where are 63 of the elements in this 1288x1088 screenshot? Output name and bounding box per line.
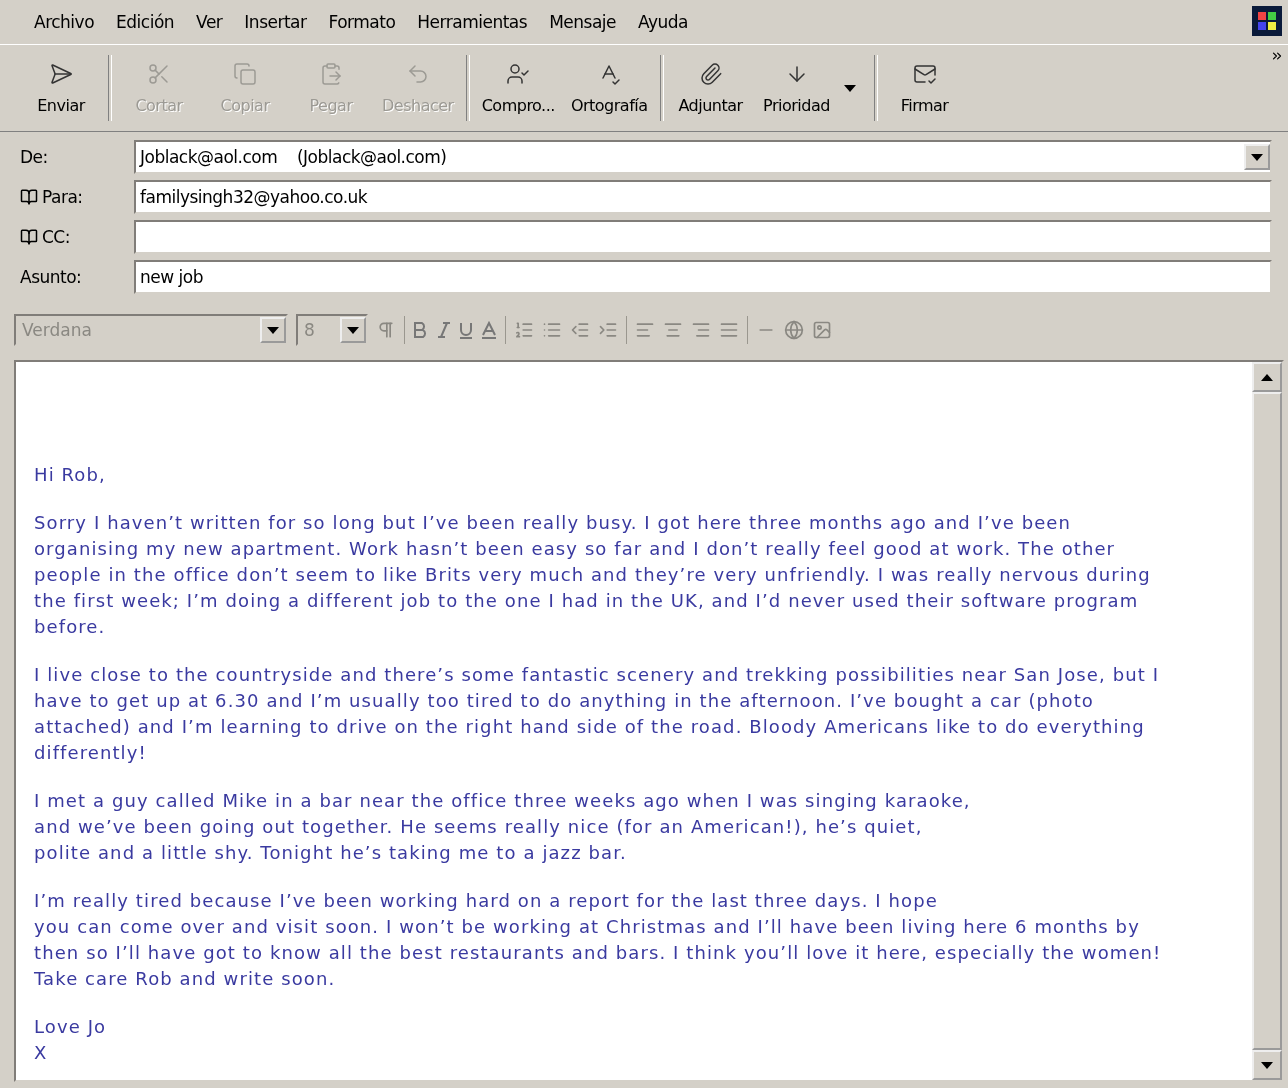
menu-item[interactable]: Ayuda [630, 8, 696, 36]
toolbar-button[interactable]: Compro... [473, 45, 563, 131]
paragraph: Hi Rob, [34, 463, 107, 487]
caret-icon [843, 84, 856, 92]
toolbar-button[interactable]: Firmar [881, 45, 968, 131]
menu-item[interactable]: Insertar [236, 8, 315, 36]
numbered-list-icon[interactable] [514, 320, 534, 340]
underline-icon[interactable] [459, 321, 473, 339]
scroll-down-icon [1261, 1061, 1273, 1069]
menu-item[interactable]: Edición [108, 8, 183, 36]
windows-logo-icon [1252, 6, 1282, 36]
paragraph-style-icon[interactable] [376, 320, 396, 340]
paragraph: I met a guy called Mike in a bar near the office three weeks ago when I was singing karaoke, and we’ve been going out together. He seems really nice (for an American!), he’s quiet, polite and a little shy. Tonight he’s taking me to a jazz bar. [34, 789, 972, 865]
field-label: CC: [42, 227, 70, 247]
caret-icon [347, 326, 359, 334]
menu-item[interactable]: Formato [320, 8, 404, 36]
bullet-list-icon[interactable] [542, 320, 562, 340]
message-body[interactable] [14, 360, 1284, 1082]
input-field[interactable]: Joblack@aol.com (Joblack@aol.com) [134, 140, 1272, 174]
globe-icon[interactable] [784, 320, 804, 340]
paste-icon [319, 61, 343, 86]
paragraph: Love Jo X [34, 1015, 108, 1065]
more-icon[interactable] [1270, 49, 1284, 63]
input-field[interactable]: familysingh32@yahoo.co.uk [134, 180, 1272, 214]
align-left-icon[interactable] [635, 320, 655, 340]
caret-icon [267, 326, 279, 334]
font-color-icon[interactable] [481, 321, 497, 339]
field-label: De: [20, 147, 48, 167]
input-field[interactable] [134, 220, 1272, 254]
dropdown-button[interactable] [1244, 144, 1270, 170]
italic-icon[interactable] [437, 321, 451, 339]
field-label: Asunto: [20, 267, 82, 287]
dropdown-button[interactable] [340, 317, 366, 343]
toolbar-button[interactable]: Adjuntar [667, 45, 754, 131]
address-book-icon[interactable] [20, 188, 38, 206]
scroll-up-icon [1261, 373, 1273, 381]
image-icon[interactable] [812, 320, 832, 340]
field-label: Para: [42, 187, 83, 207]
person-check-icon [506, 61, 531, 86]
paragraph: I live close to the countryside and there’s some fantastic scenery and trekking possibilities near San Jose, but I have to get up at 6.30 and I’m usually too tired to do anything in the afternoon. I’ve bought a car (photo attached) and I’m learning to drive on the right hand side of the road. Bloody Americans like to do everything differently! [34, 663, 1161, 765]
align-right-icon[interactable] [691, 320, 711, 340]
input-field[interactable]: new job [134, 260, 1272, 294]
menu-item[interactable]: Ver [188, 8, 231, 36]
outdent-icon[interactable] [570, 320, 590, 340]
indent-icon[interactable] [598, 320, 618, 340]
scrollbar[interactable] [1252, 362, 1282, 1080]
paragraph: I’m really tired because I’ve been working hard on a report for the last three days. I hope you can come over and visit soon. I won’t be working at Christmas and I’ll have been living here 6 months by then so I’ll have got to know all the best restaurants and bars. I think you’ll love it here, especially the women! Take care Rob and write soon. [34, 889, 1163, 991]
justify-icon[interactable] [719, 320, 739, 340]
address-book-icon[interactable] [20, 228, 38, 246]
scissors-icon [147, 61, 171, 86]
align-center-icon[interactable] [663, 320, 683, 340]
toolbar-button[interactable]: Prioridad [753, 45, 840, 131]
toolbar-button[interactable]: Enviar [18, 45, 104, 131]
menu-item[interactable]: Mensaje [541, 8, 624, 36]
menu-item[interactable]: Archivo [26, 8, 103, 36]
menu-item[interactable]: Herramientas [409, 8, 536, 36]
send-icon [49, 61, 73, 86]
toolbar-button[interactable]: Ortografía [562, 45, 656, 131]
caret-icon [1251, 153, 1263, 161]
paperclip-icon [698, 61, 723, 86]
copy-icon [233, 61, 257, 86]
paragraph: Sorry I haven’t written for so long but I’ve been really busy. I got here three months ago and I’ve been organising my new apartment. Work hasn’t been easy so far and I don’t really feel good at work. The other people in the office don’t seem to like Brits very much and they’re very unfriendly. I was really nervous during the first week; I’m doing a different job to the one I had in the UK, and I’d never used their software program before. [34, 511, 1152, 639]
bold-icon[interactable] [413, 321, 429, 339]
